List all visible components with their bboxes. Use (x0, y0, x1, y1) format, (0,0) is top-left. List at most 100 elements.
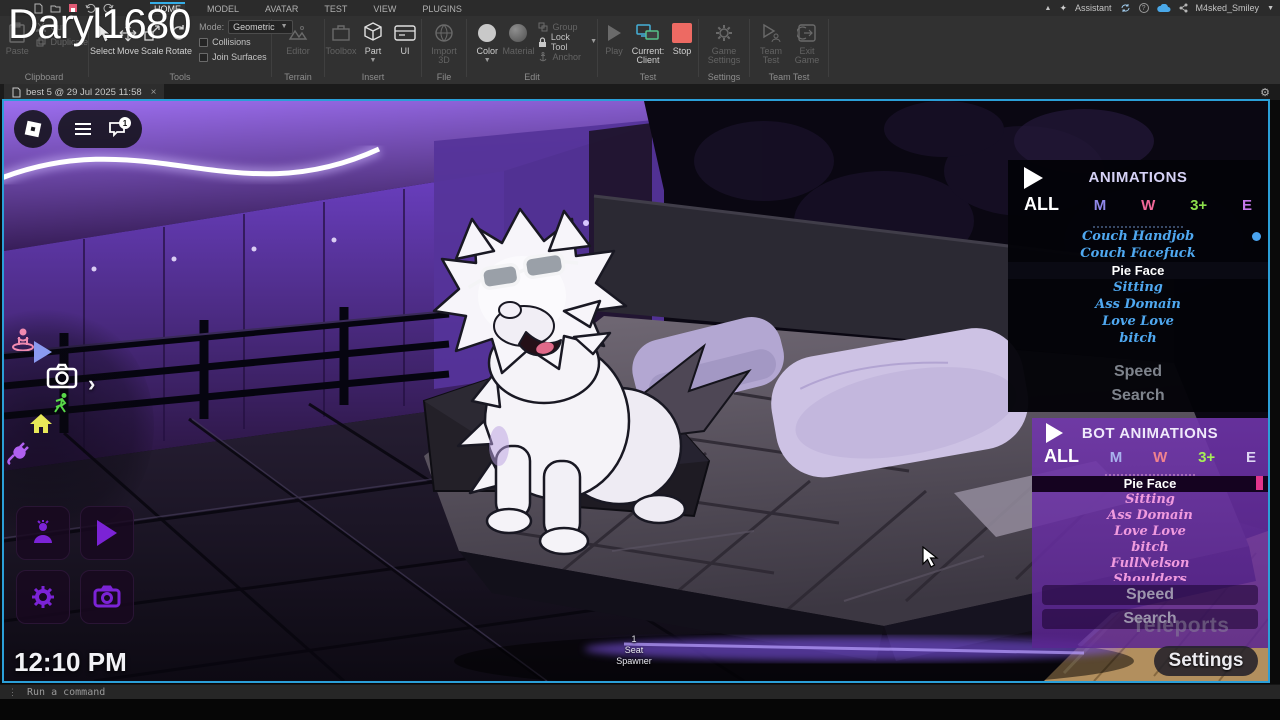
list-item[interactable]: Sitting (1008, 279, 1268, 296)
menu-tab-plugins[interactable]: PLUGINS (418, 2, 466, 15)
camera-snapshot-button[interactable] (80, 570, 134, 624)
anchor-button[interactable]: Anchor (538, 51, 597, 63)
lock-tool-button[interactable]: Lock Tool▼ (538, 36, 597, 48)
list-item-clipped[interactable]: Shoulders (1032, 572, 1268, 581)
share-icon[interactable] (1179, 3, 1188, 13)
grip-dots-icon: ⋮ (8, 687, 17, 698)
search-button[interactable]: Search (1008, 387, 1268, 405)
teleports-label: Teleports (1132, 614, 1229, 638)
tab-3plus[interactable]: 3+ (1198, 449, 1215, 466)
collapse-ribbon-icon[interactable]: ▲ (1045, 5, 1052, 12)
part-cube-icon (363, 21, 383, 45)
color-swatch-icon (478, 24, 496, 42)
terrain-editor-button[interactable]: Editor (281, 21, 315, 56)
color-dropdown-caret[interactable]: ▼ (484, 58, 491, 64)
list-item[interactable]: FullNelson (1032, 556, 1268, 572)
list-item-selected[interactable]: Pie Face (1008, 262, 1268, 279)
list-item[interactable]: bitch (1008, 330, 1268, 347)
join-surfaces-checkbox[interactable] (199, 53, 208, 62)
toolbox-button[interactable]: Toolbox (326, 21, 356, 56)
color-button[interactable]: Color ▼ (473, 21, 501, 64)
stop-button[interactable]: Stop (667, 21, 697, 56)
tab-all[interactable]: ALL (1044, 446, 1079, 467)
animations-title: ANIMATIONS (1008, 169, 1268, 186)
material-button[interactable]: Material (503, 21, 533, 56)
play-button[interactable]: Play (599, 21, 629, 56)
tab-e[interactable]: E (1246, 449, 1256, 466)
ui-icon (394, 21, 416, 45)
list-item[interactable]: Couch Facefuck (1008, 245, 1268, 262)
toolbox-icon (331, 21, 351, 45)
list-item[interactable]: bitch (1032, 540, 1268, 556)
scrollbar-dot[interactable] (1252, 232, 1261, 241)
hamburger-menu-icon[interactable] (74, 122, 92, 136)
list-item[interactable]: Love Love (1008, 313, 1268, 330)
tab-w[interactable]: W (1153, 449, 1167, 466)
menu-tab-test[interactable]: TEST (320, 2, 351, 15)
menu-tab-avatar[interactable]: AVATAR (261, 2, 302, 15)
list-item[interactable]: Couch Handjob (1008, 228, 1268, 245)
menu-tab-model[interactable]: MODEL (203, 2, 243, 15)
part-button[interactable]: Part ▼ (358, 21, 388, 64)
settings-gear-button[interactable] (16, 570, 70, 624)
team-test-icon (760, 21, 782, 45)
command-input[interactable] (25, 686, 425, 699)
group-icon (538, 22, 548, 32)
list-item[interactable]: Sitting (1032, 492, 1268, 508)
tab-w[interactable]: W (1141, 197, 1155, 214)
animations-list: Couch Handjob Couch Facefuck Pie Face Si… (1008, 222, 1268, 347)
tab-all[interactable]: ALL (1024, 194, 1059, 215)
scrollbar-thumb[interactable] (1256, 476, 1263, 490)
plug-icon[interactable] (4, 439, 32, 470)
character-button[interactable] (16, 506, 70, 560)
viewport-options-gear-icon[interactable]: ⚙ (1260, 86, 1270, 99)
part-dropdown-caret[interactable]: ▼ (370, 58, 377, 64)
game-viewport[interactable]: 1 › (2, 99, 1270, 683)
user-menu-caret-icon[interactable]: ▼ (1267, 5, 1274, 12)
tab-m[interactable]: M (1110, 449, 1123, 466)
speed-button[interactable]: Speed (1008, 363, 1268, 381)
settings-group: Game Settings Settings (699, 16, 749, 84)
character-spin-icon[interactable] (10, 325, 36, 356)
game-settings-button[interactable]: Game Settings (707, 21, 741, 65)
assistant-button[interactable]: Assistant (1075, 3, 1112, 13)
chat-button[interactable]: 1 (108, 121, 126, 137)
exit-game-button[interactable]: Exit Game (790, 21, 824, 65)
collisions-checkbox[interactable] (199, 38, 208, 47)
tab-m[interactable]: M (1094, 197, 1107, 214)
ui-button[interactable]: UI (390, 21, 420, 56)
client-monitors-icon (636, 21, 660, 45)
roblox-menu-button[interactable] (14, 110, 52, 148)
terrain-group: Editor Terrain (272, 16, 324, 84)
tab-e[interactable]: E (1242, 197, 1252, 214)
tab-3plus[interactable]: 3+ (1190, 197, 1207, 214)
list-item-selected[interactable]: Pie Face (1032, 476, 1268, 492)
list-item[interactable]: Ass Domain (1032, 508, 1268, 524)
play-icon (608, 25, 621, 41)
expand-chevron-icon[interactable]: › (88, 371, 95, 397)
sync-icon[interactable] (1120, 3, 1131, 13)
import-3d-icon (434, 21, 454, 45)
watermark-text: Daryl1680 (8, 0, 190, 48)
import-3d-button[interactable]: Import 3D (427, 21, 461, 65)
username-label[interactable]: M4sked_Smiley (1196, 3, 1260, 13)
bot-speed-button[interactable]: Speed (1042, 585, 1258, 605)
home-icon[interactable] (28, 412, 54, 441)
play-icon (97, 520, 117, 546)
camera-icon[interactable] (46, 363, 78, 394)
settings-button[interactable]: Settings (1154, 646, 1258, 676)
insert-group: Toolbox Part ▼ UI Insert (325, 16, 421, 84)
play-animation-button[interactable] (80, 506, 134, 560)
current-client-button[interactable]: Current:Client (631, 21, 665, 65)
menu-tab-view[interactable]: VIEW (369, 2, 400, 15)
ribbon-menu-tabs: HOME MODEL AVATAR TEST VIEW PLUGINS (150, 2, 466, 15)
close-tab-icon[interactable]: × (151, 87, 157, 98)
list-item[interactable]: Love Love (1032, 524, 1268, 540)
animations-filter-tabs: ALL M W 3+ E (1008, 194, 1268, 218)
team-test-button[interactable]: Team Test (754, 21, 788, 65)
clock-label: 12:10 PM (14, 647, 127, 678)
document-tab[interactable]: best 5 @ 29 Jul 2025 11:58 × (4, 84, 164, 100)
side-play-icon[interactable] (34, 341, 52, 363)
help-icon[interactable]: ? (1139, 3, 1149, 13)
list-item[interactable]: Ass Domain (1008, 296, 1268, 313)
